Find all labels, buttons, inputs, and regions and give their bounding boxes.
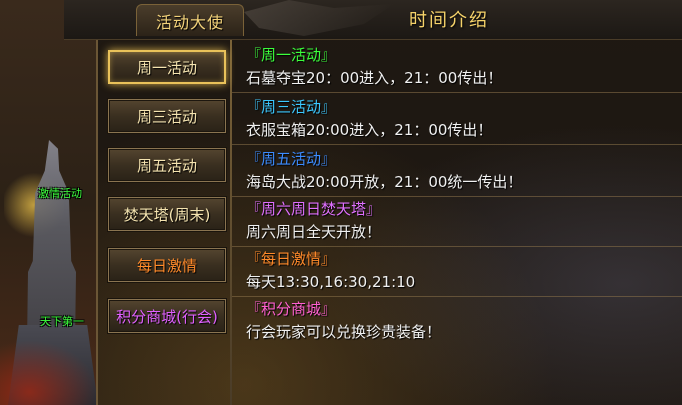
- ground-effect: [0, 340, 98, 405]
- event-description: 海岛大战20:00开放，21：00统一传出！: [246, 173, 523, 191]
- tab-event-ambassador[interactable]: 活动大使: [136, 4, 244, 36]
- event-entry-wednesday: 『周三活动』 衣服宝箱20:00进入，21：00传出！: [232, 96, 682, 145]
- menu-divider: [230, 40, 232, 405]
- menu-button-label: 积分商城(行会): [116, 307, 218, 326]
- npc-label-passion[interactable]: 激情活动: [38, 185, 82, 201]
- event-description: 周六周日全天开放！: [246, 223, 382, 241]
- menu-button-wednesday[interactable]: 周三活动: [108, 99, 226, 133]
- world-background: 激情活动 天下第一: [0, 0, 98, 405]
- tab-label: 活动大使: [155, 12, 224, 32]
- event-entry-weekend-tower: 『周六周日焚天塔』 周六周日全天开放！: [232, 198, 682, 247]
- event-entry-monday: 『周一活动』 石墓夺宝20：00进入，21：00传出！: [232, 44, 682, 93]
- npc-label-champion[interactable]: 天下第一: [40, 313, 84, 329]
- event-description: 石墓夺宝20：00进入，21：00传出！: [246, 69, 503, 87]
- menu-button-friday[interactable]: 周五活动: [108, 148, 226, 182]
- event-entry-points-shop: 『积分商城』 行会玩家可以兑换珍贵装备！: [246, 298, 676, 344]
- menu-button-label: 每日激情: [136, 256, 197, 275]
- event-heading: 『周一活动』: [246, 46, 337, 64]
- event-entry-daily-passion: 『每日激情』 每天13:30,16:30,21:10: [232, 248, 682, 297]
- menu-button-label: 周三活动: [136, 107, 197, 126]
- menu-button-monday[interactable]: 周一活动: [108, 50, 226, 84]
- divider: [232, 92, 682, 93]
- event-description: 每天13:30,16:30,21:10: [246, 273, 416, 291]
- menu-button-daily-passion[interactable]: 每日激情: [108, 248, 226, 282]
- event-entry-friday: 『周五活动』 海岛大战20:00开放，21：00统一传出！: [232, 148, 682, 197]
- event-heading: 『周六周日焚天塔』: [246, 200, 382, 218]
- event-heading: 『每日激情』: [246, 250, 337, 268]
- divider: [232, 246, 682, 247]
- menu-button-points-shop[interactable]: 积分商城(行会): [108, 299, 226, 333]
- menu-button-label: 周一活动: [136, 58, 197, 77]
- event-description: 衣服宝箱20:00进入，21：00传出！: [246, 121, 493, 139]
- menu-button-label: 周五活动: [136, 156, 197, 175]
- menu-button-label: 焚天塔(周末): [123, 205, 211, 224]
- dragon-ornament-icon: [244, 0, 394, 36]
- page-title: 时间介绍: [409, 10, 489, 31]
- divider: [232, 196, 682, 197]
- menu-button-fentian-tower[interactable]: 焚天塔(周末): [108, 197, 226, 231]
- game-scene: 激情活动 天下第一 活动大使 时间介绍 周一活动 周三活动 周五活动 焚天塔(周…: [0, 0, 682, 405]
- divider: [232, 296, 682, 297]
- divider: [232, 144, 682, 145]
- event-description: 行会玩家可以兑换珍贵装备！: [246, 323, 442, 341]
- event-heading: 『积分商城』: [246, 300, 337, 318]
- title-bar: 活动大使 时间介绍: [64, 0, 682, 40]
- event-heading: 『周五活动』: [246, 150, 337, 168]
- event-heading: 『周三活动』: [246, 98, 337, 116]
